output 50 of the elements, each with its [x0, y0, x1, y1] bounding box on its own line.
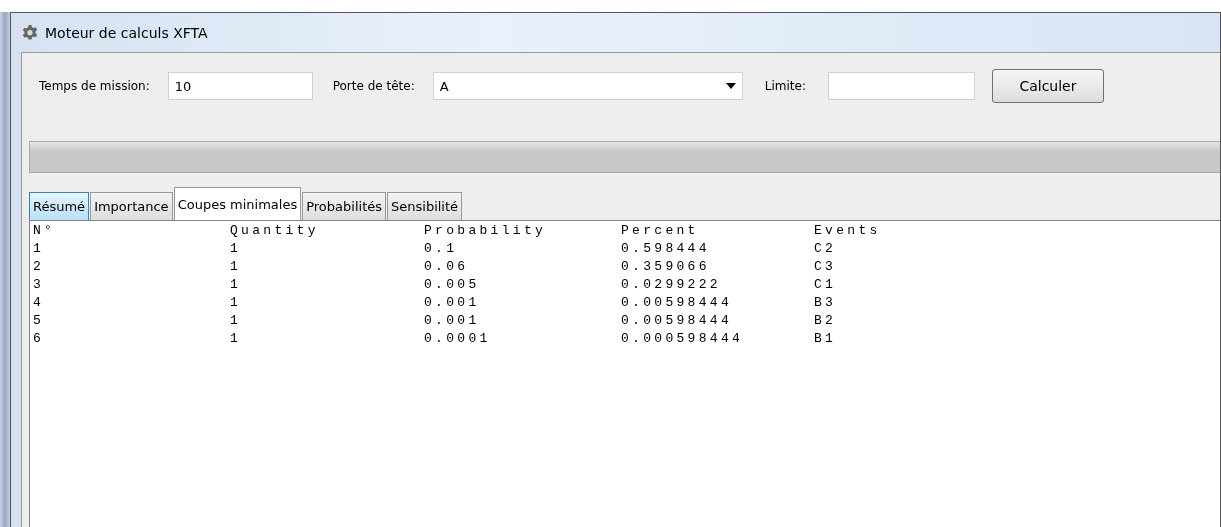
table-cell-text: 1 — [230, 330, 243, 348]
tab[interactable]: Sensibilité — [387, 192, 463, 220]
table-cell-text: 0.005 — [424, 276, 481, 294]
table-cell-text: 1 — [33, 240, 46, 258]
table-cell-text: 0.598444 — [621, 240, 711, 258]
table-cell-text: 4 — [33, 294, 46, 312]
table-cell-text: 0.001 — [424, 312, 481, 330]
table-cell-text: 0.00598444 — [621, 312, 733, 330]
table-cell-text: C1 — [814, 276, 838, 294]
column-header: Quantity — [230, 222, 320, 240]
top-gate-dropdown[interactable]: A — [432, 72, 743, 100]
tab[interactable]: Résumé — [29, 192, 90, 220]
table-cell-text: 0.001 — [424, 294, 481, 312]
table-cell-text: 5 — [33, 312, 46, 330]
gear-icon — [21, 23, 39, 42]
limit-field[interactable] — [827, 72, 975, 100]
column-header: Percent — [621, 222, 700, 240]
column-header: Events — [814, 222, 882, 240]
column-header: Probability — [424, 222, 548, 240]
tab[interactable]: Coupes minimales — [173, 187, 302, 220]
table-cell-text: B1 — [814, 330, 838, 348]
table-cell-text: 0.359066 — [621, 258, 711, 276]
table-cell-text: 1 — [230, 312, 243, 330]
table-cell-text: C3 — [814, 258, 838, 276]
table-cell-text: 1 — [230, 240, 243, 258]
mission-time-label: Temps de mission: — [39, 79, 150, 93]
limit-label: Limite: — [764, 79, 806, 93]
table-cell-text: C2 — [814, 240, 838, 258]
table-cell-text: 2 — [33, 258, 46, 276]
table-cell-text: 0.00598444 — [621, 294, 733, 312]
table-cell-text: 0.06 — [424, 258, 470, 276]
table-cell-text: 1 — [230, 276, 243, 294]
tab[interactable]: Importance — [90, 192, 173, 220]
table-cell-text: 0.0299222 — [621, 276, 722, 294]
table-cell-text: 0.0001 — [424, 330, 492, 348]
table-cell-text: 3 — [33, 276, 46, 294]
table-cell-text: 0.1 — [424, 240, 459, 258]
table-cell-text: 6 — [33, 330, 46, 348]
table-cell-text: B2 — [814, 312, 838, 330]
top-gate-label: Porte de tête: — [332, 79, 415, 93]
mission-time-field[interactable]: 10 — [167, 72, 313, 100]
table-cell-text: 1 — [230, 258, 243, 276]
column-header: N° — [33, 222, 57, 240]
table-cell-text: B3 — [814, 294, 838, 312]
tab[interactable]: Probabilités — [302, 192, 386, 220]
table-cell-text: 1 — [230, 294, 243, 312]
window-title: Moteur de calculs XFTA — [45, 24, 208, 41]
calculate-button[interactable]: Calculer — [991, 69, 1104, 103]
table-cell-text: 0.000598444 — [621, 330, 745, 348]
caret-icon — [725, 83, 736, 89]
